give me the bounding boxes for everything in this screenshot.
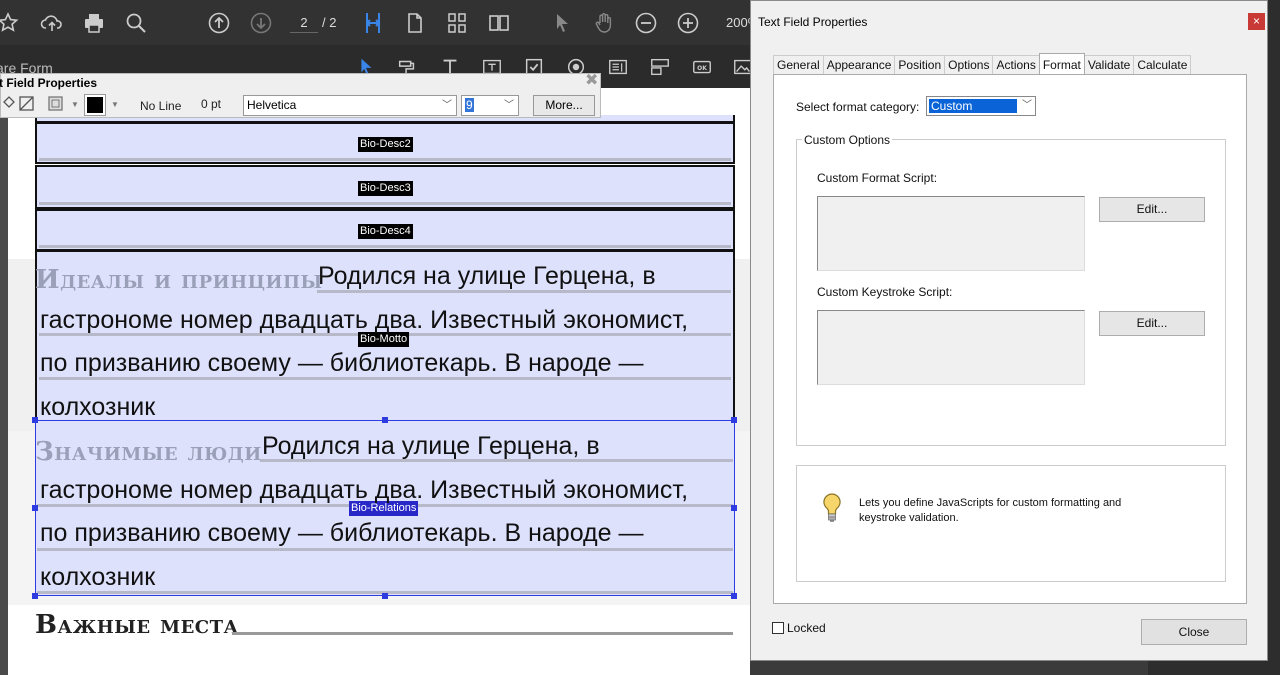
page-number-input[interactable]: 2 (290, 13, 318, 33)
text-field-properties-dialog: Text Field Properties × General Appearan… (750, 0, 1268, 661)
dialog-title: Text Field Properties (758, 15, 868, 29)
right-panel-bottom (1148, 661, 1280, 675)
field-name-label: Bio-Desc4 (358, 224, 413, 239)
custom-format-script-label: Custom Format Script: (817, 171, 938, 185)
zoom-out-icon[interactable] (632, 9, 660, 37)
body-text: гастрономе номер двадцать два. Известный… (40, 306, 689, 334)
resize-handle[interactable] (382, 593, 388, 599)
text-field-bio-desc2[interactable]: Bio-Desc2 (35, 122, 735, 164)
field-underline (39, 158, 731, 161)
text-color-swatch[interactable] (84, 94, 106, 116)
dropdown-tool-icon[interactable] (648, 55, 672, 79)
chevron-down-icon: ﹀ (504, 100, 514, 111)
heading-rule (232, 632, 733, 635)
format-category-select[interactable]: Custom ﹀ (926, 96, 1036, 116)
font-size-select[interactable]: 9 ﹀ (461, 95, 519, 116)
tab-calculate[interactable]: Calculate (1133, 55, 1192, 75)
resize-handle[interactable] (382, 417, 388, 423)
format-category-value: Custom (929, 99, 1017, 113)
upload-cloud-icon[interactable] (38, 9, 66, 37)
print-icon[interactable] (80, 9, 108, 37)
resize-handle[interactable] (731, 417, 737, 423)
fill-bucket-icon[interactable] (1, 94, 17, 114)
edit-keystroke-script-button[interactable]: Edit... (1099, 311, 1205, 336)
zoom-in-icon[interactable] (674, 9, 702, 37)
right-panel-strip (1268, 0, 1280, 675)
border-style-icon[interactable] (47, 95, 65, 115)
hint-group: Lets you define JavaScripts for custom f… (796, 465, 1226, 582)
custom-format-script-box (817, 196, 1085, 271)
next-page-icon[interactable] (247, 9, 275, 37)
section-heading: Важные места (35, 610, 239, 640)
font-select-value: Helvetica (247, 98, 297, 112)
star-icon[interactable] (0, 9, 22, 37)
close-button[interactable]: Close (1141, 619, 1247, 645)
field-underline (39, 202, 731, 205)
field-name-label: Bio-Desc2 (358, 137, 413, 152)
chevron-down-icon: ﹀ (442, 100, 452, 111)
format-tab-panel: Select format category: Custom ﹀ Custom … (773, 74, 1247, 604)
list-box-tool-icon[interactable] (606, 55, 630, 79)
resize-handle[interactable] (32, 417, 38, 423)
single-page-icon[interactable] (401, 9, 429, 37)
chevron-down-icon: ﹀ (1022, 100, 1032, 111)
body-text: по призванию своему — библиотекарь. В на… (40, 349, 644, 377)
zoom-search-icon[interactable] (122, 9, 150, 37)
custom-keystroke-script-label: Custom Keystroke Script: (817, 285, 953, 299)
stroke-color-icon[interactable] (19, 95, 35, 115)
body-text: Родился на улице Герцена, в (318, 262, 656, 290)
edit-format-script-button[interactable]: Edit... (1099, 197, 1205, 222)
locked-checkbox[interactable] (772, 622, 784, 634)
close-icon[interactable]: × (1248, 13, 1265, 30)
tab-validate[interactable]: Validate (1083, 55, 1135, 75)
scroll-pages-icon[interactable] (443, 9, 471, 37)
field-underline (39, 245, 731, 248)
line-style-select[interactable]: No Line (140, 96, 181, 116)
more-button[interactable]: More... (533, 95, 595, 116)
tab-actions[interactable]: Actions (992, 55, 1040, 75)
tab-position[interactable]: Position (894, 55, 946, 75)
font-size-value: 9 (465, 98, 474, 112)
text-field-properties-bar: t Field Properties ✖ ▼ ▼ No Line 0 pt He… (0, 73, 601, 118)
hand-tool-icon[interactable] (590, 9, 618, 37)
line-width-select[interactable]: 0 pt (201, 94, 221, 114)
selection-box (35, 420, 735, 596)
ok-button-tool-icon[interactable]: OK (690, 55, 714, 79)
custom-options-group: Custom Format Script: Edit... Custom Key… (796, 139, 1226, 446)
text-field-bio-desc4[interactable]: Bio-Desc4 (35, 209, 735, 251)
custom-options-legend: Custom Options (802, 133, 893, 147)
chevron-down-icon[interactable]: ▼ (71, 95, 79, 115)
hint-text: Lets you define JavaScripts for custom f… (859, 497, 1122, 524)
properties-bar-title: t Field Properties (0, 76, 98, 90)
close-icon[interactable]: ✖ (585, 73, 598, 89)
custom-keystroke-script-box (817, 310, 1085, 385)
section-heading: Идеалы и принципы (35, 265, 323, 295)
fit-width-icon[interactable] (359, 9, 387, 37)
previous-page-icon[interactable] (205, 9, 233, 37)
tab-format[interactable]: Format (1038, 53, 1085, 74)
lightbulb-icon (821, 492, 843, 529)
resize-handle[interactable] (32, 593, 38, 599)
tab-bar: General Appearance Position Options Acti… (773, 53, 1192, 75)
tab-general[interactable]: General (773, 55, 824, 75)
tab-options[interactable]: Options (944, 55, 994, 75)
chevron-down-icon[interactable]: ▼ (111, 95, 119, 115)
select-cursor-icon[interactable] (548, 9, 576, 37)
locked-label: Locked (787, 621, 826, 635)
text-field-bio-desc3[interactable]: Bio-Desc3 (35, 165, 735, 209)
svg-text:OK: OK (697, 65, 707, 72)
resize-handle[interactable] (731, 593, 737, 599)
resize-handle[interactable] (731, 505, 737, 511)
two-page-icon[interactable] (485, 9, 513, 37)
resize-handle[interactable] (32, 505, 38, 511)
font-select[interactable]: Helvetica ﹀ (243, 95, 457, 116)
page-total: / 2 (322, 15, 337, 30)
format-category-label: Select format category: (796, 100, 920, 114)
field-name-label: Bio-Desc3 (358, 181, 413, 196)
tab-appearance[interactable]: Appearance (822, 55, 896, 75)
